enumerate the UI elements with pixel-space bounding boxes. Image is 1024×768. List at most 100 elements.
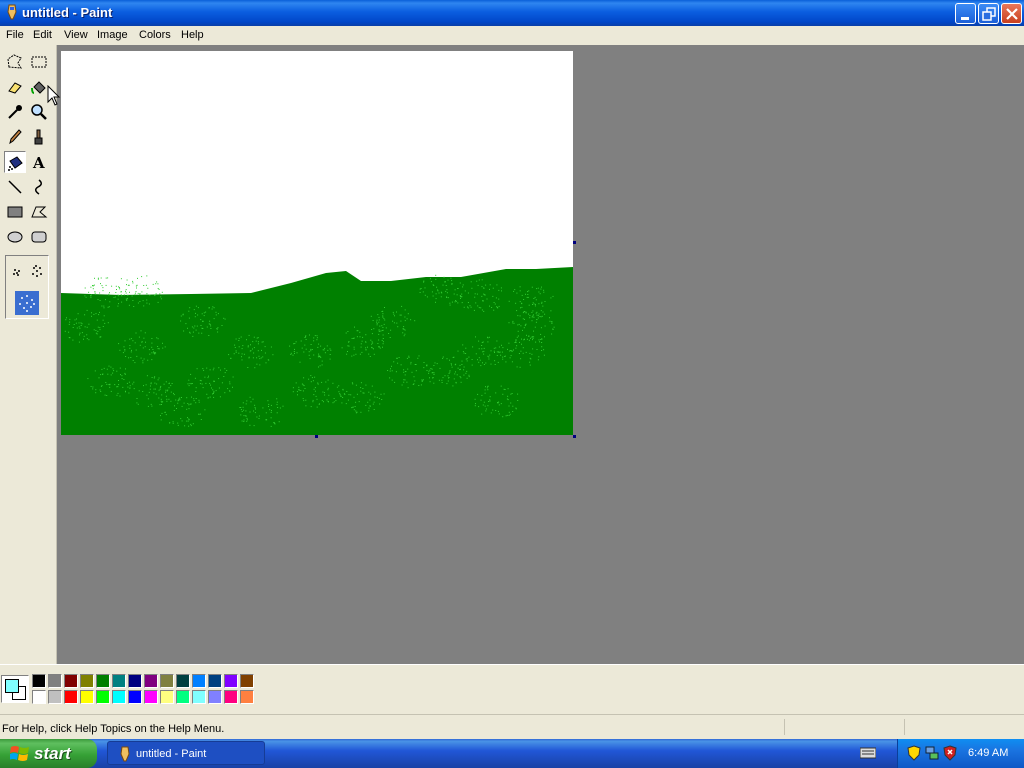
spray-dot [355,384,357,386]
spray-dot [125,290,126,292]
spray-dot [526,296,528,298]
palette-swatch[interactable] [224,674,238,688]
curve-tool[interactable] [28,176,50,198]
spray-dot [515,341,517,343]
pick-color-tool[interactable] [4,101,26,123]
airbrush-tool[interactable] [4,151,26,173]
palette-swatch[interactable] [48,674,62,688]
spray-dot [309,334,310,336]
spray-dot [247,367,249,368]
rectangle-tool[interactable] [4,201,26,223]
palette-swatch[interactable] [144,690,158,704]
spray-dot [355,412,357,414]
palette-swatch[interactable] [224,690,238,704]
palette-swatch[interactable] [176,690,190,704]
spray-dot [186,408,188,410]
menu-image[interactable]: Image [97,29,128,41]
menu-colors[interactable]: Colors [139,29,171,41]
ellipse-tool[interactable] [4,226,26,248]
spray-dot [99,327,101,329]
resize-handle[interactable] [315,435,318,438]
spray-dot [463,352,465,354]
spray-dot [489,288,490,290]
palette-swatch[interactable] [32,690,46,704]
spray-dot [371,341,373,343]
spray-dot [113,297,115,298]
airbrush-size-options[interactable] [6,256,48,318]
spray-dot [160,400,162,402]
palette-swatch[interactable] [240,690,254,704]
spray-dot [195,402,197,404]
free-form-select-tool[interactable] [4,51,26,73]
palette-swatch[interactable] [160,690,174,704]
pencil-tool[interactable] [4,126,26,148]
palette-swatch[interactable] [208,674,222,688]
spray-dot [534,326,536,328]
select-tool[interactable] [28,51,50,73]
palette-swatch[interactable] [80,674,94,688]
palette-swatch[interactable] [144,674,158,688]
palette-swatch[interactable] [112,690,126,704]
spray-dot [149,388,151,390]
spray-dot [154,376,156,378]
spray-dot [88,323,90,325]
resize-handle[interactable] [573,241,576,244]
spray-dot [393,361,395,363]
spray-dot [313,394,315,396]
keyboard-icon[interactable] [860,747,876,759]
rounded-rectangle-tool[interactable] [28,226,50,248]
spray-dot [332,402,334,404]
spray-dot [142,391,144,392]
palette-swatch[interactable] [192,690,206,704]
palette-swatch[interactable] [48,690,62,704]
line-tool[interactable] [4,176,26,198]
menu-help[interactable]: Help [181,29,204,41]
palette-swatch[interactable] [112,674,126,688]
palette-swatch[interactable] [64,690,78,704]
text-tool[interactable]: A [28,151,50,173]
palette-swatch[interactable] [64,674,78,688]
spray-dot [151,346,153,348]
current-colors-box [1,675,29,703]
menu-file[interactable]: File [6,29,24,41]
start-button[interactable]: start [0,739,97,768]
restore-button[interactable] [978,3,999,24]
spray-dot [85,296,87,298]
palette-swatch[interactable] [240,674,254,688]
spray-dot [459,376,461,378]
drawing-canvas[interactable] [61,51,573,435]
security-shield-icon[interactable] [907,745,921,761]
security-alert-icon[interactable] [943,745,957,761]
spray-dot [472,346,474,348]
spray-dot [259,364,261,366]
network-icon[interactable] [925,745,939,761]
title-bar[interactable]: untitled - Paint [0,0,1024,26]
close-button[interactable] [1001,3,1022,24]
palette-swatch[interactable] [128,690,142,704]
spray-dot [400,314,402,316]
palette-swatch[interactable] [96,690,110,704]
spray-dot [175,399,177,401]
menu-view[interactable]: View [64,29,88,41]
spray-dot [370,315,372,317]
eraser-tool[interactable] [4,76,26,98]
palette-swatch[interactable] [80,690,94,704]
palette-swatch[interactable] [160,674,174,688]
palette-swatch[interactable] [192,674,206,688]
spray-dot [168,383,170,385]
polygon-tool[interactable] [28,201,50,223]
spray-dot [517,335,519,337]
taskbar-button-paint[interactable]: untitled - Paint [107,741,265,765]
palette-swatch[interactable] [176,674,190,688]
resize-handle[interactable] [573,435,576,438]
spray-dot [138,336,140,338]
palette-swatch[interactable] [128,674,142,688]
spray-dot [185,323,187,325]
brush-tool[interactable] [28,126,50,148]
menu-edit[interactable]: Edit [33,29,52,41]
minimize-button[interactable] [955,3,976,24]
palette-swatch[interactable] [208,690,222,704]
palette-swatch[interactable] [96,674,110,688]
palette-swatch[interactable] [32,674,46,688]
menu-bar: File Edit View Image Colors Help [0,26,1024,45]
